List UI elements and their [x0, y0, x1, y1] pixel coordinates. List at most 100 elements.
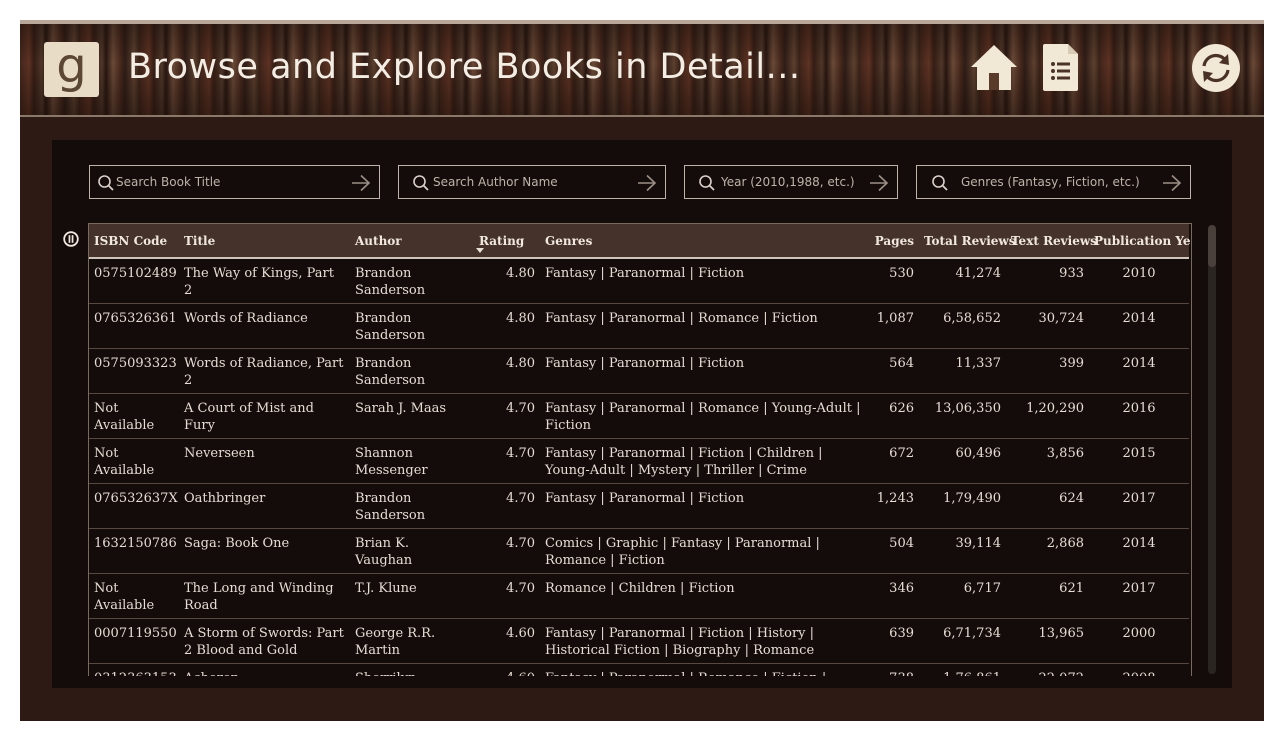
cell-genres: Fantasy | Paranormal | Fiction | Childre… [540, 438, 869, 484]
cell-total-reviews: 6,71,734 [919, 618, 1006, 664]
cell-year: 2010 [1089, 258, 1189, 304]
list-icon[interactable] [1042, 42, 1080, 92]
search-icon [413, 175, 429, 191]
cell-author: Brian K. Vaughan [350, 528, 474, 574]
cell-year: 2017 [1089, 483, 1189, 529]
cell-genres: Fantasy | Paranormal | Romance | Fiction… [540, 663, 869, 676]
cell-author: Brandon Sanderson [350, 303, 474, 349]
cell-title: Words of Radiance, Part 2 [179, 348, 350, 394]
column-header-title[interactable]: Title [179, 224, 350, 259]
cell-text-reviews: 2,868 [1006, 528, 1089, 574]
arrow-right-icon[interactable] [869, 174, 889, 192]
sort-descending-icon [476, 248, 484, 253]
table-row[interactable]: 0765326361 Words of Radiance Brandon Sande… [89, 303, 1189, 349]
column-header-rating[interactable]: Rating [474, 224, 540, 259]
arrow-right-icon[interactable] [1162, 174, 1182, 192]
table-row[interactable]: Not Available A Court of Mist and Fury Sar… [89, 393, 1189, 439]
column-header-pages[interactable]: Pages [869, 224, 919, 259]
cell-total-reviews: 6,717 [919, 573, 1006, 619]
column-header-isbn[interactable]: ISBN Code [89, 224, 179, 259]
title-search-input[interactable] [116, 166, 335, 198]
home-icon[interactable] [968, 42, 1020, 94]
cell-isbn: Not Available [89, 393, 179, 439]
cell-isbn: 076532637X [89, 483, 179, 529]
table-row[interactable]: 076532637X Oathbringer Brandon Sanderson 4.… [89, 483, 1189, 529]
books-panel: ISBN Code Title Author Rating Genres Pag… [52, 140, 1232, 688]
arrow-right-icon[interactable] [637, 174, 657, 192]
cell-isbn: 0312363153 [89, 663, 179, 676]
table-scrollbar[interactable] [1208, 225, 1216, 674]
table-row[interactable]: Not Available Neverseen Shannon Messenger 4… [89, 438, 1189, 484]
cell-author: Brandon Sanderson [350, 483, 474, 529]
cell-genres: Fantasy | Paranormal | Fiction [540, 348, 869, 394]
goodreads-logo[interactable]: g [44, 42, 99, 97]
cell-total-reviews: 39,114 [919, 528, 1006, 574]
table-row[interactable]: 0575102489 The Way of Kings, Part 2 Brando… [89, 258, 1189, 304]
cell-rating: 4.70 [474, 393, 540, 439]
scrollbar-thumb[interactable] [1208, 225, 1216, 267]
table-row[interactable]: Not Available The Long and Winding Road T.… [89, 573, 1189, 619]
genre-search-input[interactable] [961, 166, 1164, 198]
info-icon[interactable] [63, 231, 79, 247]
cell-author: T.J. Klune [350, 573, 474, 619]
cell-pages: 672 [869, 438, 919, 484]
cell-genres: Fantasy | Paranormal | Fiction [540, 258, 869, 304]
cell-pages: 530 [869, 258, 919, 304]
books-table: ISBN Code Title Author Rating Genres Pag… [88, 223, 1192, 676]
year-search-input[interactable] [721, 166, 863, 198]
cell-title: The Long and Winding Road [179, 573, 350, 619]
refresh-icon[interactable] [1190, 42, 1242, 94]
cell-isbn: 0575093323 [89, 348, 179, 394]
cell-genres: Comics | Graphic | Fantasy | Paranormal … [540, 528, 869, 574]
cell-rating: 4.80 [474, 258, 540, 304]
table-row[interactable]: 0007119550 A Storm of Swords: Part 2 Bloo… [89, 618, 1189, 664]
cell-pages: 639 [869, 618, 919, 664]
cell-text-reviews: 1,20,290 [1006, 393, 1089, 439]
table-row[interactable]: 1632150786 Saga: Book One Brian K. Vaughan… [89, 528, 1189, 574]
cell-pages: 626 [869, 393, 919, 439]
cell-title: The Way of Kings, Part 2 [179, 258, 350, 304]
cell-isbn: 0575102489 [89, 258, 179, 304]
app-window: g Browse and Explore Books in Detail... [20, 20, 1264, 721]
author-search-input[interactable] [433, 166, 629, 198]
table-row[interactable]: 0575093323 Words of Radiance, Part 2 Brand… [89, 348, 1189, 394]
cell-rating: 4.70 [474, 483, 540, 529]
cell-rating: 4.60 [474, 663, 540, 676]
cell-year: 2017 [1089, 573, 1189, 619]
table-row[interactable]: 0312363153AcheronSherrilyn Kenyon4.60Fan… [89, 663, 1189, 676]
cell-title: A Court of Mist and Fury [179, 393, 350, 439]
cell-year: 2014 [1089, 303, 1189, 349]
cell-total-reviews: 41,274 [919, 258, 1006, 304]
cell-isbn: 0765326361 [89, 303, 179, 349]
column-header-publication-year[interactable]: Publication Year [1089, 224, 1191, 259]
cell-text-reviews: 399 [1006, 348, 1089, 394]
search-icon [98, 175, 114, 191]
cell-year: 2008 [1089, 663, 1189, 676]
cell-year: 2000 [1089, 618, 1189, 664]
cell-genres: Romance | Children | Fiction [540, 573, 869, 619]
rating-header-label: Rating [479, 233, 525, 248]
cell-title: Words of Radiance [179, 303, 350, 349]
genre-search-box [916, 165, 1191, 199]
cell-text-reviews: 22,072 [1006, 663, 1089, 676]
cell-author: Shannon Messenger [350, 438, 474, 484]
arrow-right-icon[interactable] [351, 174, 371, 192]
cell-text-reviews: 624 [1006, 483, 1089, 529]
cell-author: Brandon Sanderson [350, 348, 474, 394]
cell-pages: 738 [869, 663, 919, 676]
cell-isbn: Not Available [89, 438, 179, 484]
column-header-genres[interactable]: Genres [540, 224, 869, 259]
cell-total-reviews: 1,76,861 [919, 663, 1006, 676]
table-header-row: ISBN Code Title Author Rating Genres Pag… [89, 224, 1191, 259]
cell-year: 2016 [1089, 393, 1189, 439]
cell-title: Neverseen [179, 438, 350, 484]
search-icon [932, 175, 948, 191]
cell-year: 2014 [1089, 528, 1189, 574]
cell-isbn: 0007119550 [89, 618, 179, 664]
column-header-author[interactable]: Author [350, 224, 474, 259]
cell-rating: 4.80 [474, 348, 540, 394]
cell-genres: Fantasy | Paranormal | Fiction [540, 483, 869, 529]
column-header-text-reviews[interactable]: Text Reviews [1006, 224, 1097, 259]
cell-rating: 4.70 [474, 528, 540, 574]
column-header-total-reviews[interactable]: Total Reviews [919, 224, 1015, 259]
